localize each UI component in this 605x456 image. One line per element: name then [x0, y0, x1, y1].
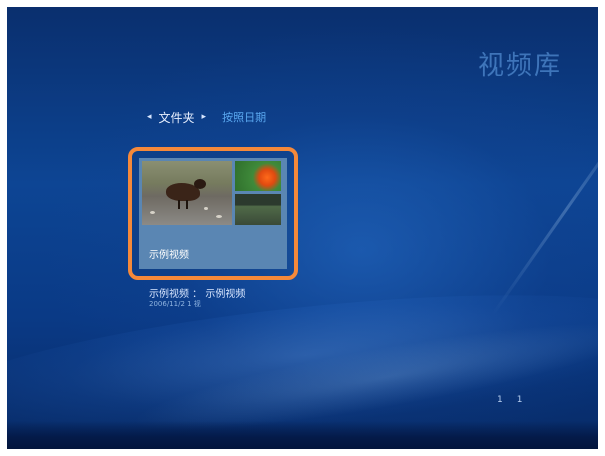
page-title: 视频库: [477, 51, 562, 81]
right-arrow-icon[interactable]: ▸: [202, 112, 207, 122]
background-light-streak: [491, 101, 598, 316]
folder-navigation[interactable]: ◂ 文件夹 ▸ 按照日期: [147, 108, 266, 126]
media-center-screen: 视频库 ◂ 文件夹 ▸ 按照日期 示例视频 示例视频 ： 示例视频 2006/1…: [7, 7, 598, 449]
page-indicator-right: 1: [516, 395, 523, 405]
thumbnail-label: 示例视频: [149, 250, 189, 261]
video-item-date: 2006/11/2 1 视: [149, 300, 201, 308]
left-arrow-icon[interactable]: ◂: [147, 112, 152, 122]
page-indicator-left: 1: [497, 395, 503, 405]
nav-folder-label[interactable]: 文件夹: [156, 109, 198, 126]
sort-by-date-button[interactable]: 按照日期: [222, 109, 266, 125]
thumbnail-image-flower: [235, 161, 281, 191]
page-indicator: 1 1: [497, 395, 522, 405]
bottom-bar: [7, 421, 598, 449]
video-item-title: 示例视频 ： 示例视频: [149, 289, 246, 300]
thumbnail-image-main: [142, 161, 232, 225]
thumbnail-image-landscape: [235, 194, 281, 225]
video-thumbnail[interactable]: 示例视频: [139, 158, 287, 269]
video-item-focused[interactable]: 示例视频: [128, 147, 298, 280]
